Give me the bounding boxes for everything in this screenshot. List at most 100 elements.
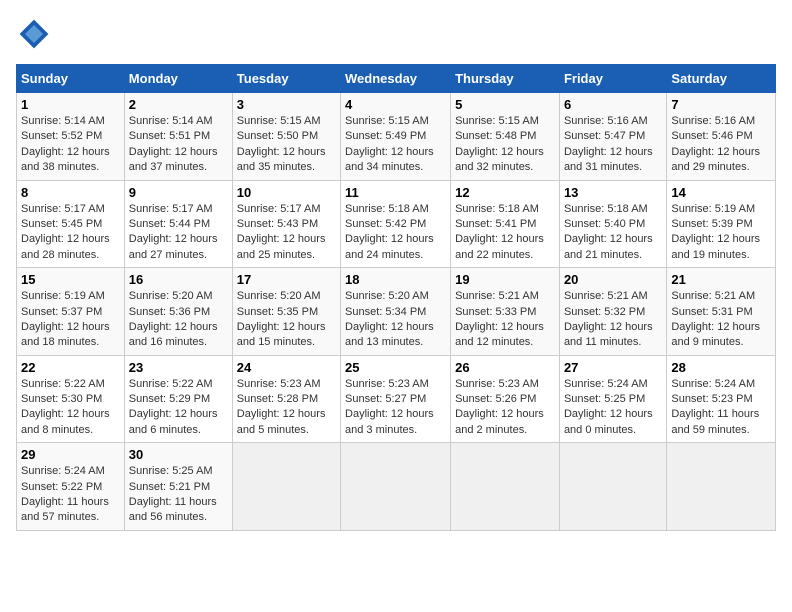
day-number: 23: [129, 360, 228, 375]
day-info: Sunrise: 5:15 AMSunset: 5:48 PMDaylight:…: [455, 114, 555, 176]
calendar-week-row: 15 Sunrise: 5:19 AMSunset: 5:37 PMDayligh…: [17, 268, 776, 356]
calendar-empty-cell: [559, 443, 666, 531]
day-number: 29: [21, 447, 120, 462]
day-info: Sunrise: 5:20 AMSunset: 5:36 PMDaylight:…: [129, 289, 228, 351]
calendar-day-cell: 9Sunrise: 5:17 AMSunset: 5:44 PMDaylight…: [124, 180, 232, 268]
calendar-day-cell: 30 Sunrise: 5:25 AMSunset: 5:21 PMDayligh…: [124, 443, 232, 531]
day-number: 18: [345, 272, 446, 287]
calendar-empty-cell: [341, 443, 451, 531]
day-number: 8: [21, 185, 120, 200]
calendar-day-cell: 2 Sunrise: 5:14 AMSunset: 5:51 PMDaylight…: [124, 93, 232, 181]
calendar-day-cell: 21 Sunrise: 5:21 AMSunset: 5:31 PMDayligh…: [667, 268, 776, 356]
day-number: 17: [237, 272, 336, 287]
logo-icon: [16, 16, 52, 52]
day-number: 1: [21, 97, 120, 112]
calendar-day-cell: 15 Sunrise: 5:19 AMSunset: 5:37 PMDayligh…: [17, 268, 125, 356]
header-sunday: Sunday: [17, 65, 125, 93]
calendar-day-cell: 29 Sunrise: 5:24 AMSunset: 5:22 PMDayligh…: [17, 443, 125, 531]
day-number: 24: [237, 360, 336, 375]
day-info: Sunrise: 5:18 AMSunset: 5:41 PMDaylight:…: [455, 202, 555, 264]
calendar-day-cell: 17 Sunrise: 5:20 AMSunset: 5:35 PMDayligh…: [232, 268, 340, 356]
day-number: 9: [129, 185, 228, 200]
day-number: 30: [129, 447, 228, 462]
calendar-empty-cell: [451, 443, 560, 531]
calendar-day-cell: 27 Sunrise: 5:24 AMSunset: 5:25 PMDayligh…: [559, 355, 666, 443]
day-number: 7: [671, 97, 771, 112]
day-info: Sunrise: 5:24 AMSunset: 5:22 PMDaylight:…: [21, 464, 120, 526]
day-number: 3: [237, 97, 336, 112]
header-friday: Friday: [559, 65, 666, 93]
day-info: Sunrise: 5:24 AMSunset: 5:25 PMDaylight:…: [564, 377, 662, 439]
day-info: Sunrise: 5:15 AMSunset: 5:49 PMDaylight:…: [345, 114, 446, 176]
calendar-week-row: 1 Sunrise: 5:14 AMSunset: 5:52 PMDaylight…: [17, 93, 776, 181]
day-info: Sunrise: 5:25 AMSunset: 5:21 PMDaylight:…: [129, 464, 228, 526]
calendar-day-cell: 12 Sunrise: 5:18 AMSunset: 5:41 PMDayligh…: [451, 180, 560, 268]
day-info: Sunrise: 5:20 AMSunset: 5:35 PMDaylight:…: [237, 289, 336, 351]
day-info: Sunrise: 5:16 AMSunset: 5:47 PMDaylight:…: [564, 114, 662, 176]
calendar-table: SundayMondayTuesdayWednesdayThursdayFrid…: [16, 64, 776, 531]
day-info: Sunrise: 5:23 AMSunset: 5:27 PMDaylight:…: [345, 377, 446, 439]
day-info: Sunrise: 5:15 AMSunset: 5:50 PMDaylight:…: [237, 114, 336, 176]
day-number: 10: [237, 185, 336, 200]
day-number: 19: [455, 272, 555, 287]
header-saturday: Saturday: [667, 65, 776, 93]
calendar-day-cell: 10 Sunrise: 5:17 AMSunset: 5:43 PMDayligh…: [232, 180, 340, 268]
day-info: Sunrise: 5:17 AMSunset: 5:43 PMDaylight:…: [237, 202, 336, 264]
calendar-week-row: 22 Sunrise: 5:22 AMSunset: 5:30 PMDayligh…: [17, 355, 776, 443]
calendar-day-cell: 5Sunrise: 5:15 AMSunset: 5:48 PMDaylight…: [451, 93, 560, 181]
calendar-day-cell: 4 Sunrise: 5:15 AMSunset: 5:49 PMDaylight…: [341, 93, 451, 181]
calendar-week-row: 29 Sunrise: 5:24 AMSunset: 5:22 PMDayligh…: [17, 443, 776, 531]
day-number: 22: [21, 360, 120, 375]
day-info: Sunrise: 5:23 AMSunset: 5:26 PMDaylight:…: [455, 377, 555, 439]
calendar-week-row: 8Sunrise: 5:17 AMSunset: 5:45 PMDaylight…: [17, 180, 776, 268]
header-wednesday: Wednesday: [341, 65, 451, 93]
calendar-day-cell: 1 Sunrise: 5:14 AMSunset: 5:52 PMDaylight…: [17, 93, 125, 181]
calendar-day-cell: 28 Sunrise: 5:24 AMSunset: 5:23 PMDayligh…: [667, 355, 776, 443]
day-info: Sunrise: 5:14 AMSunset: 5:51 PMDaylight:…: [129, 114, 228, 176]
day-number: 14: [671, 185, 771, 200]
calendar-day-cell: 25 Sunrise: 5:23 AMSunset: 5:27 PMDayligh…: [341, 355, 451, 443]
day-info: Sunrise: 5:22 AMSunset: 5:30 PMDaylight:…: [21, 377, 120, 439]
page-header: [16, 16, 776, 52]
day-info: Sunrise: 5:24 AMSunset: 5:23 PMDaylight:…: [671, 377, 771, 439]
day-number: 20: [564, 272, 662, 287]
calendar-day-cell: 7 Sunrise: 5:16 AMSunset: 5:46 PMDaylight…: [667, 93, 776, 181]
calendar-day-cell: 14Sunrise: 5:19 AMSunset: 5:39 PMDayligh…: [667, 180, 776, 268]
day-number: 11: [345, 185, 446, 200]
day-info: Sunrise: 5:16 AMSunset: 5:46 PMDaylight:…: [671, 114, 771, 176]
day-number: 25: [345, 360, 446, 375]
day-number: 15: [21, 272, 120, 287]
day-info: Sunrise: 5:23 AMSunset: 5:28 PMDaylight:…: [237, 377, 336, 439]
header-thursday: Thursday: [451, 65, 560, 93]
calendar-day-cell: 6 Sunrise: 5:16 AMSunset: 5:47 PMDaylight…: [559, 93, 666, 181]
day-info: Sunrise: 5:18 AMSunset: 5:42 PMDaylight:…: [345, 202, 446, 264]
day-number: 12: [455, 185, 555, 200]
day-info: Sunrise: 5:21 AMSunset: 5:32 PMDaylight:…: [564, 289, 662, 351]
day-info: Sunrise: 5:20 AMSunset: 5:34 PMDaylight:…: [345, 289, 446, 351]
day-info: Sunrise: 5:21 AMSunset: 5:31 PMDaylight:…: [671, 289, 771, 351]
calendar-day-cell: 19 Sunrise: 5:21 AMSunset: 5:33 PMDayligh…: [451, 268, 560, 356]
calendar-day-cell: 24 Sunrise: 5:23 AMSunset: 5:28 PMDayligh…: [232, 355, 340, 443]
calendar-day-cell: 16 Sunrise: 5:20 AMSunset: 5:36 PMDayligh…: [124, 268, 232, 356]
day-number: 21: [671, 272, 771, 287]
day-number: 27: [564, 360, 662, 375]
day-info: Sunrise: 5:14 AMSunset: 5:52 PMDaylight:…: [21, 114, 120, 176]
calendar-day-cell: 11 Sunrise: 5:18 AMSunset: 5:42 PMDayligh…: [341, 180, 451, 268]
calendar-empty-cell: [232, 443, 340, 531]
day-number: 16: [129, 272, 228, 287]
day-info: Sunrise: 5:19 AMSunset: 5:37 PMDaylight:…: [21, 289, 120, 351]
calendar-day-cell: 20 Sunrise: 5:21 AMSunset: 5:32 PMDayligh…: [559, 268, 666, 356]
day-number: 28: [671, 360, 771, 375]
day-info: Sunrise: 5:21 AMSunset: 5:33 PMDaylight:…: [455, 289, 555, 351]
calendar-day-cell: 23 Sunrise: 5:22 AMSunset: 5:29 PMDayligh…: [124, 355, 232, 443]
day-number: 6: [564, 97, 662, 112]
logo: [16, 16, 56, 52]
calendar-day-cell: 8Sunrise: 5:17 AMSunset: 5:45 PMDaylight…: [17, 180, 125, 268]
day-info: Sunrise: 5:22 AMSunset: 5:29 PMDaylight:…: [129, 377, 228, 439]
day-number: 26: [455, 360, 555, 375]
day-number: 4: [345, 97, 446, 112]
calendar-day-cell: 22 Sunrise: 5:22 AMSunset: 5:30 PMDayligh…: [17, 355, 125, 443]
calendar-header-row: SundayMondayTuesdayWednesdayThursdayFrid…: [17, 65, 776, 93]
header-tuesday: Tuesday: [232, 65, 340, 93]
day-number: 2: [129, 97, 228, 112]
